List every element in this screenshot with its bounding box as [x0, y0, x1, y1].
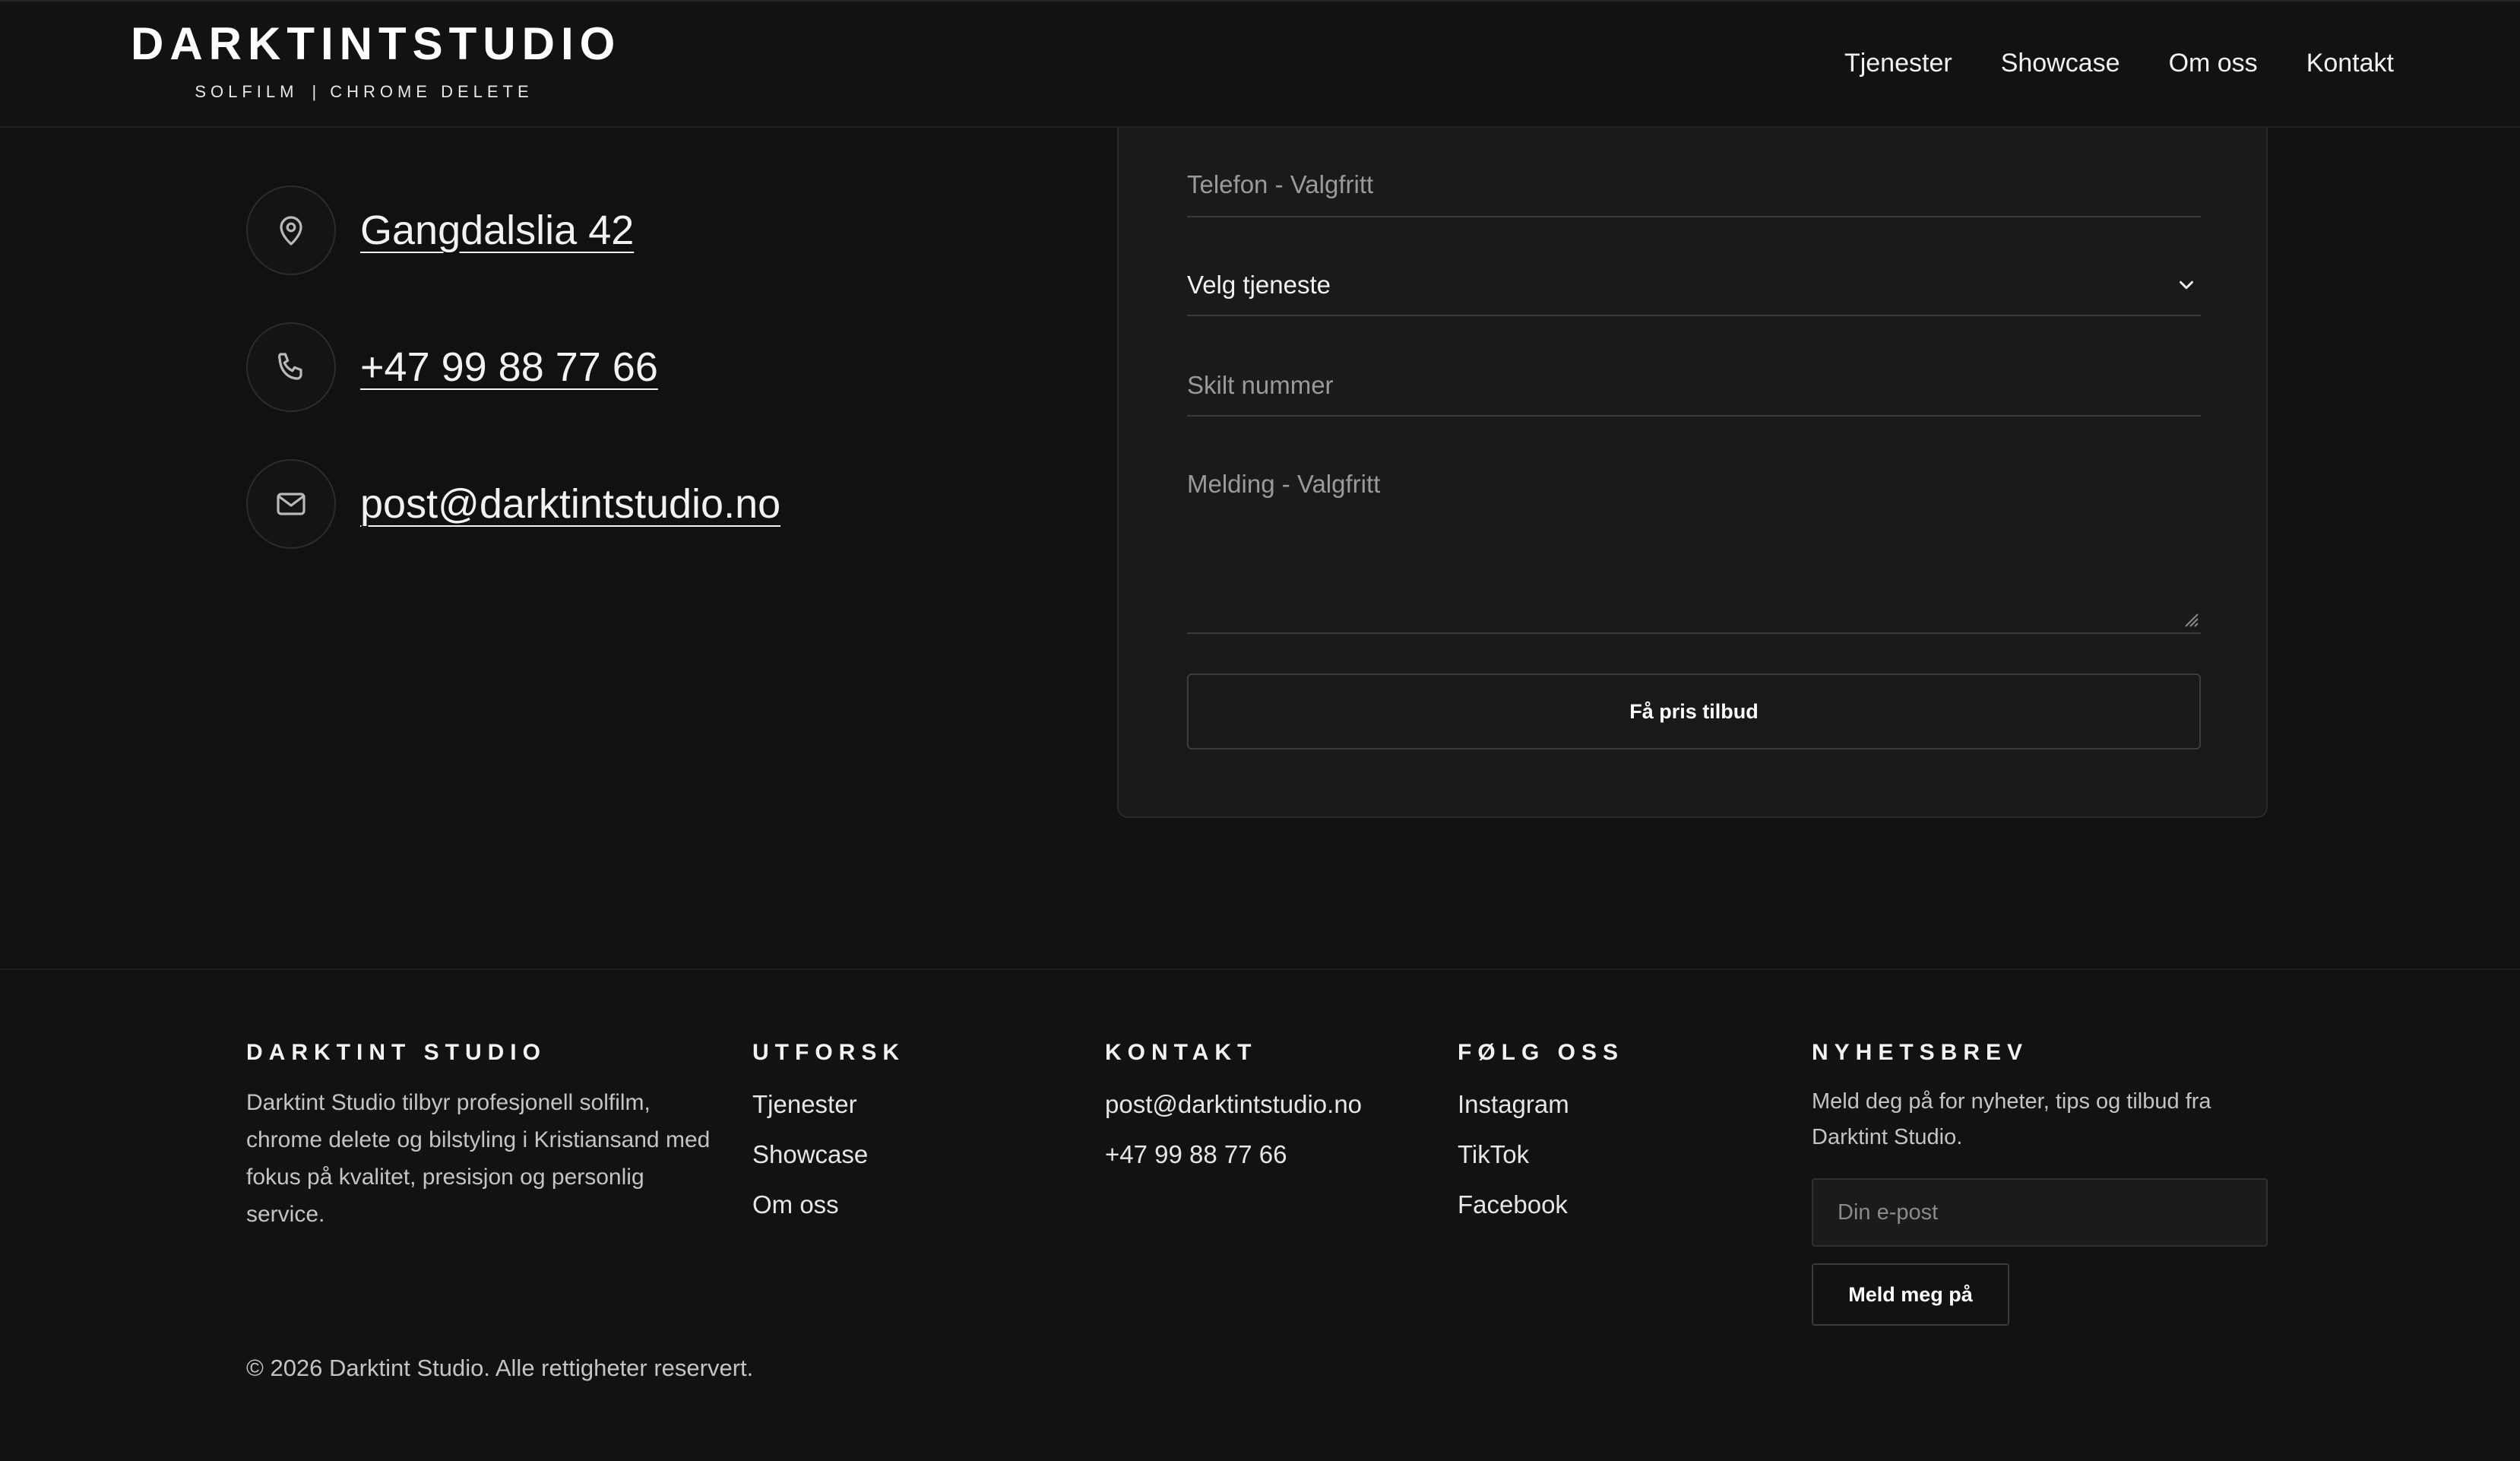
- footer-phone-link[interactable]: +47 99 88 77 66: [1105, 1140, 1287, 1168]
- contact-info: Gangdalslia 42 +47 99 88 77 66 post@dark…: [246, 185, 780, 596]
- footer-contact-links: post@darktintstudio.no +47 99 88 77 66: [1105, 1090, 1362, 1190]
- site-header: DARKTINTSTUDIO SOLFILM | CHROME DELETE Tje…: [0, 0, 2520, 128]
- logo-tagline: SOLFILM | CHROME DELETE: [131, 82, 594, 102]
- list-item: Showcase: [752, 1140, 905, 1190]
- list-item: Om oss: [752, 1190, 905, 1241]
- list-item: +47 99 88 77 66: [1105, 1140, 1362, 1190]
- contact-address-row: Gangdalslia 42: [246, 185, 780, 275]
- newsletter-subscribe-button[interactable]: Meld meg på: [1812, 1263, 2009, 1326]
- footer-about-heading: DARKTINT STUDIO: [246, 1040, 546, 1065]
- chevron-down-icon[interactable]: [2175, 274, 2198, 296]
- main-nav: Tjenester Showcase Om oss Kontakt: [1844, 49, 2394, 78]
- footer-explore-links: Tjenester Showcase Om oss: [752, 1090, 905, 1241]
- plate-number-input[interactable]: Skilt nummer: [1187, 371, 1334, 400]
- phone-input[interactable]: Telefon - Valgfritt: [1187, 170, 1373, 199]
- footer-explore-heading: UTFORSK: [752, 1040, 905, 1065]
- list-item: post@darktintstudio.no: [1105, 1090, 1362, 1140]
- footer-link-tjenester[interactable]: Tjenester: [752, 1090, 857, 1118]
- contact-address-link[interactable]: Gangdalslia 42: [360, 207, 634, 254]
- footer-follow-heading: FØLG OSS: [1458, 1040, 1625, 1065]
- contact-email-link[interactable]: post@darktintstudio.no: [360, 480, 780, 528]
- footer-link-showcase[interactable]: Showcase: [752, 1140, 868, 1168]
- footer-contact-heading: KONTAKT: [1105, 1040, 1258, 1065]
- phone-input-underline: [1187, 216, 2201, 217]
- nav-link-showcase[interactable]: Showcase: [2001, 49, 2120, 78]
- logo-wordmark: DARKTINTSTUDIO: [131, 18, 622, 69]
- nav-link-om-oss[interactable]: Om oss: [2169, 49, 2258, 78]
- plate-number-input-underline: [1187, 415, 2201, 417]
- get-quote-button[interactable]: Få pris tilbud: [1187, 673, 2201, 750]
- footer-newsletter-heading: NYHETSBREV: [1812, 1040, 2029, 1065]
- resize-handle-icon[interactable]: [2181, 610, 2199, 628]
- footer-contact: KONTAKT post@darktintstudio.no +47 99 88…: [1105, 1040, 1362, 1190]
- list-item: TikTok: [1458, 1140, 1624, 1190]
- contact-email-row: post@darktintstudio.no: [246, 459, 780, 549]
- footer-about: DARKTINT STUDIO Darktint Studio tilbyr p…: [246, 1040, 717, 1233]
- footer-explore: UTFORSK Tjenester Showcase Om oss: [752, 1040, 905, 1241]
- copyright-text: © 2026 Darktint Studio. Alle rettigheter…: [246, 1355, 754, 1381]
- contact-phone-link[interactable]: +47 99 88 77 66: [360, 344, 658, 391]
- logo-tagline-separator: |: [312, 82, 317, 101]
- footer-link-tiktok[interactable]: TikTok: [1458, 1140, 1529, 1168]
- contact-phone-row: +47 99 88 77 66: [246, 322, 780, 412]
- footer-email-link[interactable]: post@darktintstudio.no: [1105, 1090, 1362, 1118]
- site-footer: DARKTINT STUDIO Darktint Studio tilbyr p…: [0, 968, 2520, 1461]
- footer-social-links: Instagram TikTok Facebook: [1458, 1090, 1624, 1241]
- logo-tagline-right: CHROME DELETE: [330, 82, 533, 101]
- newsletter-email-input[interactable]: Din e-post: [1812, 1178, 2268, 1247]
- list-item: Instagram: [1458, 1090, 1624, 1140]
- phone-icon: [246, 322, 336, 412]
- footer-link-instagram[interactable]: Instagram: [1458, 1090, 1569, 1118]
- site-logo[interactable]: DARKTINTSTUDIO SOLFILM | CHROME DELETE: [131, 18, 622, 102]
- nav-link-tjenester[interactable]: Tjenester: [1844, 49, 1952, 78]
- logo-tagline-left: SOLFILM: [195, 82, 299, 101]
- footer-follow: FØLG OSS Instagram TikTok Facebook: [1458, 1040, 1624, 1241]
- location-pin-icon: [246, 185, 336, 275]
- quote-form: Telefon - Valgfritt Velg tjeneste Skilt …: [1117, 114, 2268, 818]
- list-item: Facebook: [1458, 1190, 1624, 1241]
- footer-newsletter: NYHETSBREV Meld deg på for nyheter, tips…: [1812, 1040, 2283, 1326]
- mail-icon: [246, 459, 336, 549]
- footer-link-om-oss[interactable]: Om oss: [752, 1190, 839, 1219]
- service-select[interactable]: Velg tjeneste: [1187, 271, 1331, 299]
- message-textarea[interactable]: Melding - Valgfritt: [1187, 470, 1380, 499]
- footer-newsletter-text: Meld deg på for nyheter, tips og tilbud …: [1812, 1089, 2211, 1149]
- footer-about-text: Darktint Studio tilbyr profesjonell solf…: [246, 1090, 711, 1227]
- message-textarea-underline: [1187, 632, 2201, 634]
- footer-link-facebook[interactable]: Facebook: [1458, 1190, 1568, 1219]
- list-item: Tjenester: [752, 1090, 905, 1140]
- service-select-underline: [1187, 315, 2201, 316]
- nav-link-kontakt[interactable]: Kontakt: [2306, 49, 2394, 78]
